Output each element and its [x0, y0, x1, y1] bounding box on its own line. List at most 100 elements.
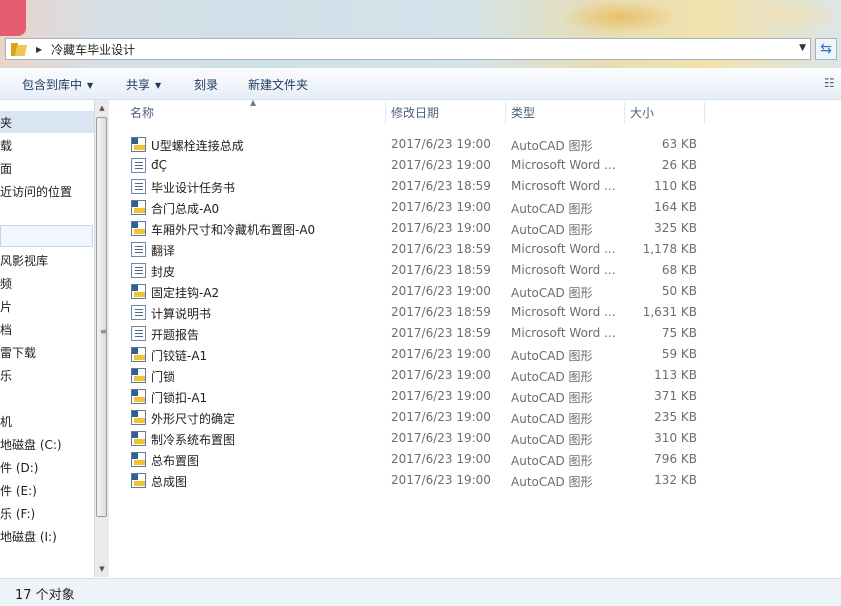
address-bar[interactable]: ▶ 冷藏车毕业设计 ▼ — [5, 38, 811, 60]
autocad-file-icon — [131, 452, 146, 467]
share-button[interactable]: 共享 ▼ — [126, 76, 161, 93]
nav-item[interactable]: 面 — [0, 157, 13, 176]
file-size: 1,631 KB — [642, 305, 697, 319]
column-header-name[interactable]: 名称 — [130, 100, 154, 126]
file-size: 164 KB — [654, 200, 697, 214]
refresh-button[interactable]: ⇆ — [815, 38, 837, 60]
scrollbar-thumb[interactable]: ≡ — [96, 117, 107, 517]
word-document-icon — [131, 242, 146, 257]
file-row[interactable]: 车厢外尺寸和冷藏机布置图-A0 2017/6/23 19:00 AutoCAD 图形… — [110, 218, 841, 239]
file-name: đÇ — [151, 158, 167, 172]
nav-item[interactable]: 机 — [0, 410, 13, 429]
file-name: 固定挂钩-A2 — [151, 286, 220, 300]
file-date: 2017/6/23 19:00 — [391, 200, 491, 214]
file-size: 50 KB — [661, 284, 697, 298]
nav-item[interactable]: 地磁盘 (I:) — [0, 525, 57, 544]
scroll-up-arrow-icon[interactable]: ▲ — [97, 104, 107, 112]
file-row[interactable]: 制冷系统布置图 2017/6/23 19:00 AutoCAD 图形 310 KB — [110, 428, 841, 449]
column-header-type[interactable]: 类型 — [511, 100, 535, 126]
file-row[interactable]: 合门总成-A0 2017/6/23 19:00 AutoCAD 图形 164 KB — [110, 197, 841, 218]
new-folder-button[interactable]: 新建文件夹 — [248, 76, 308, 93]
nav-item[interactable]: 地磁盘 (C:) — [0, 433, 62, 452]
file-type: AutoCAD 图形 — [511, 412, 593, 426]
file-row[interactable]: 门铰链-A1 2017/6/23 19:00 AutoCAD 图形 59 KB — [110, 344, 841, 365]
burn-button[interactable]: 刻录 — [194, 76, 218, 93]
view-options-icon[interactable]: ☷ — [824, 77, 837, 90]
word-document-icon — [131, 179, 146, 194]
file-size: 235 KB — [654, 410, 697, 424]
decorative-shape — [560, 0, 680, 34]
file-date: 2017/6/23 19:00 — [391, 137, 491, 151]
column-header-date[interactable]: 修改日期 — [391, 100, 439, 126]
file-type: Microsoft Word ... — [511, 305, 616, 319]
file-row[interactable]: 翻译 2017/6/23 18:59 Microsoft Word ... 1,178… — [110, 239, 841, 260]
column-header-size[interactable]: 大小 — [630, 100, 654, 126]
nav-item[interactable]: 档 — [0, 318, 12, 337]
nav-item[interactable]: 件 (E:) — [0, 479, 37, 498]
file-row[interactable]: 固定挂钩-A2 2017/6/23 19:00 AutoCAD 图形 50 KB — [110, 281, 841, 302]
file-row[interactable]: 计算说明书 2017/6/23 18:59 Microsoft Word ... 1,… — [110, 302, 841, 323]
file-type: AutoCAD 图形 — [511, 475, 593, 489]
file-date: 2017/6/23 18:59 — [391, 305, 491, 319]
file-date: 2017/6/23 18:59 — [391, 242, 491, 256]
file-type: Microsoft Word ... — [511, 158, 616, 172]
breadcrumb-current-folder[interactable]: 冷藏车毕业设计 — [51, 41, 135, 58]
column-divider[interactable] — [704, 102, 705, 124]
sort-ascending-icon: ▲ — [250, 98, 257, 107]
nav-item[interactable]: 片 — [0, 295, 12, 314]
file-row[interactable]: 封皮 2017/6/23 18:59 Microsoft Word ... 68 KB — [110, 260, 841, 281]
nav-item[interactable]: 频 — [0, 272, 12, 291]
column-divider[interactable] — [385, 102, 386, 124]
file-date: 2017/6/23 19:00 — [391, 221, 491, 235]
nav-item-label: 风影视库 — [0, 254, 49, 268]
word-document-icon — [131, 158, 146, 173]
file-row[interactable]: đÇ 2017/6/23 19:00 Microsoft Word ... 26 KB — [110, 155, 841, 176]
address-dropdown-icon[interactable]: ▼ — [799, 43, 806, 53]
nav-item[interactable]: 近访问的位置 — [0, 180, 72, 199]
breadcrumb-chevron-icon[interactable]: ▶ — [36, 45, 42, 54]
file-name: 毕业设计任务书 — [151, 181, 236, 195]
file-type: AutoCAD 图形 — [511, 202, 593, 216]
chevron-down-icon: ▼ — [87, 81, 94, 90]
nav-item-label: 机 — [0, 415, 13, 429]
file-date: 2017/6/23 19:00 — [391, 368, 491, 382]
file-row[interactable]: 外形尺寸的确定 2017/6/23 19:00 AutoCAD 图形 235 KB — [110, 407, 841, 428]
column-divider[interactable] — [624, 102, 625, 124]
autocad-file-icon — [131, 368, 146, 383]
autocad-file-icon — [131, 137, 146, 152]
file-row[interactable]: 开题报告 2017/6/23 18:59 Microsoft Word ... 75 … — [110, 323, 841, 344]
file-name: 门锁 — [151, 370, 176, 384]
scroll-down-arrow-icon[interactable]: ▼ — [97, 565, 107, 573]
nav-item-label: 面 — [0, 162, 13, 176]
file-row[interactable]: 门锁 2017/6/23 19:00 AutoCAD 图形 113 KB — [110, 365, 841, 386]
file-name: 总成图 — [151, 475, 188, 489]
column-divider[interactable] — [505, 102, 506, 124]
include-in-library-button[interactable]: 包含到库中 ▼ — [22, 76, 93, 93]
nav-item-label: 乐 — [0, 369, 13, 383]
file-row[interactable]: 总成图 2017/6/23 19:00 AutoCAD 图形 132 KB — [110, 470, 841, 491]
nav-item[interactable]: 乐 — [0, 364, 13, 383]
nav-item-label: 地磁盘 (I:) — [0, 530, 57, 544]
nav-item[interactable]: 雷下载 — [0, 341, 37, 360]
nav-item[interactable]: 风影视库 — [0, 249, 49, 268]
file-date: 2017/6/23 19:00 — [391, 347, 491, 361]
file-row[interactable]: 毕业设计任务书 2017/6/23 18:59 Microsoft Word ...… — [110, 176, 841, 197]
file-row[interactable]: 总布置图 2017/6/23 19:00 AutoCAD 图形 796 KB — [110, 449, 841, 470]
nav-item[interactable]: 件 (D:) — [0, 456, 38, 475]
nav-item[interactable]: 载 — [0, 134, 12, 153]
file-name: 计算说明书 — [151, 307, 212, 321]
nav-item-label: 雷下载 — [0, 346, 37, 360]
file-size: 310 KB — [654, 431, 697, 445]
word-document-icon — [131, 263, 146, 278]
autocad-file-icon — [131, 284, 146, 299]
file-size: 110 KB — [654, 179, 697, 193]
file-row[interactable]: U型螺栓连接总成 2017/6/23 19:00 AutoCAD 图形 63 KB — [110, 134, 841, 155]
file-size: 1,178 KB — [642, 242, 697, 256]
file-type: Microsoft Word ... — [511, 263, 616, 277]
nav-item[interactable]: 夹 — [0, 111, 94, 133]
nav-item-hover[interactable] — [0, 225, 93, 247]
file-row[interactable]: 门锁扣-A1 2017/6/23 19:00 AutoCAD 图形 371 KB — [110, 386, 841, 407]
share-label: 共享 — [126, 78, 151, 92]
navigation-scrollbar[interactable]: ▲ ≡ ▼ — [94, 100, 109, 577]
nav-item[interactable]: 乐 (F:) — [0, 502, 35, 521]
